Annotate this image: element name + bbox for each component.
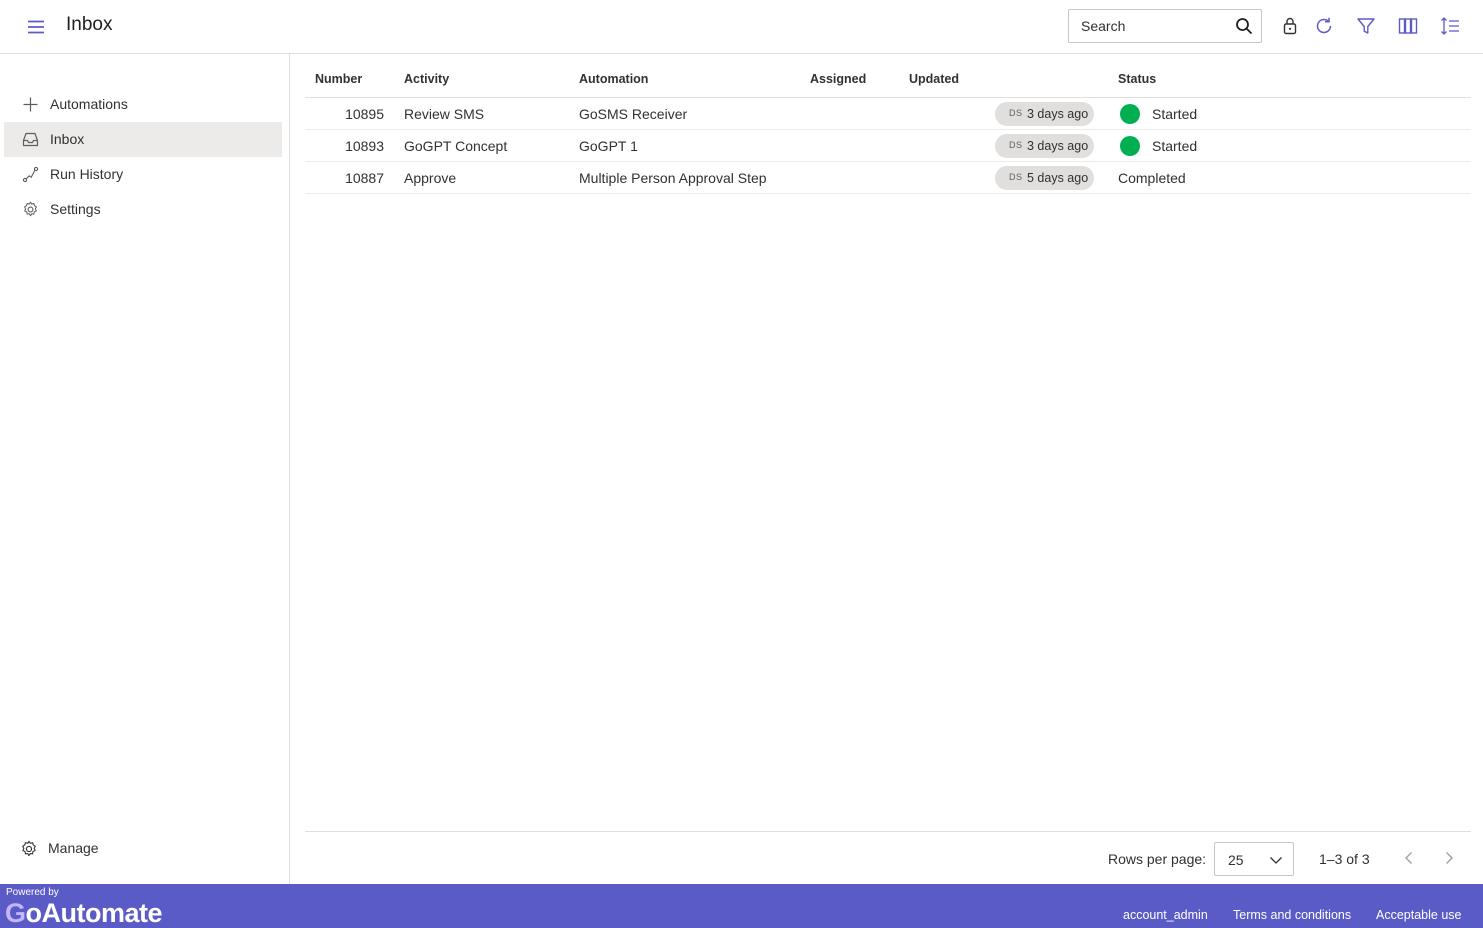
refresh-icon[interactable] (1313, 15, 1335, 37)
page-title: Inbox (66, 14, 113, 35)
sidebar-item-automations[interactable]: Automations (4, 87, 282, 122)
updated-chip: DS 5 days ago (995, 166, 1094, 190)
lock-icon[interactable] (1279, 15, 1301, 37)
sidebar-item-label: Run History (50, 166, 124, 182)
updated-chip: DS 3 days ago (995, 102, 1094, 126)
cell-status: Started (1152, 138, 1198, 154)
goautomate-logo: GoAutomate (5, 898, 163, 928)
footer: Powered by GoAutomate account_admin Term… (0, 884, 1483, 928)
rows-per-page-value: 25 (1228, 852, 1244, 868)
pagination-bar: Rows per page: 25 1–3 of 3 (305, 831, 1471, 884)
cell-activity: GoGPT Concept (404, 138, 508, 154)
column-header-number[interactable]: Number (315, 72, 362, 86)
plus-icon (23, 97, 38, 112)
cell-status: Started (1152, 106, 1198, 122)
column-header-assigned[interactable]: Assigned (810, 72, 866, 86)
updated-text: 3 days ago (1027, 139, 1089, 153)
user-initials: DS (1009, 172, 1023, 182)
rows-per-page-label: Rows per page: (1108, 851, 1207, 867)
sidebar: Automations Inbox Run History Settings M… (0, 54, 290, 884)
cell-activity: Review SMS (404, 106, 485, 122)
column-header-automation[interactable]: Automation (579, 72, 648, 86)
sidebar-item-inbox[interactable]: Inbox (4, 122, 282, 157)
next-page-icon[interactable] (1440, 849, 1458, 867)
rows-per-page-select[interactable]: 25 (1214, 842, 1294, 876)
search-box (1068, 9, 1262, 43)
inbox-icon (22, 132, 39, 147)
user-initials: DS (1009, 108, 1023, 118)
page-range: 1–3 of 3 (1319, 851, 1370, 867)
sidebar-item-settings[interactable]: Settings (4, 192, 282, 227)
user-initials: DS (1009, 140, 1023, 150)
cell-activity: Approve (404, 170, 457, 186)
cell-automation: GoSMS Receiver (579, 106, 688, 122)
footer-link-acceptable-use[interactable]: Acceptable use (1376, 908, 1461, 922)
search-input[interactable] (1070, 11, 1230, 41)
cell-automation: Multiple Person Approval Step (579, 170, 767, 186)
sidebar-item-label: Settings (50, 201, 101, 217)
run-history-icon (22, 166, 39, 183)
updated-text: 3 days ago (1027, 107, 1089, 121)
updated-text: 5 days ago (1027, 171, 1089, 185)
main-content: Number Activity Automation Assigned Upda… (305, 54, 1471, 884)
sidebar-item-label: Inbox (50, 131, 85, 147)
logo-wordmark: oAutomate (25, 898, 163, 928)
cell-number: 10895 (345, 106, 384, 122)
manage-button[interactable]: Manage (20, 838, 220, 860)
cell-automation: GoGPT 1 (579, 138, 638, 154)
gear-icon (24, 201, 37, 217)
column-header-activity[interactable]: Activity (404, 72, 449, 86)
column-header-updated[interactable]: Updated (909, 72, 959, 86)
table-row[interactable]: 10893 GoGPT Concept GoGPT 1 DS 3 days ag… (305, 130, 1471, 162)
manage-label: Manage (48, 840, 99, 856)
search-icon[interactable] (1235, 17, 1253, 35)
updated-chip: DS 3 days ago (995, 134, 1094, 158)
footer-link-account[interactable]: account_admin (1123, 908, 1208, 922)
table-row[interactable]: 10895 Review SMS GoSMS Receiver DS 3 day… (305, 98, 1471, 130)
cell-number: 10887 (345, 170, 384, 186)
status-dot (1120, 104, 1140, 124)
columns-icon[interactable] (1397, 15, 1419, 37)
top-bar: Inbox (0, 0, 1483, 54)
chevron-down-icon (1270, 857, 1282, 864)
hamburger-menu-icon[interactable] (24, 15, 48, 39)
cell-status: Completed (1118, 170, 1186, 186)
logo-initial: G (5, 898, 26, 928)
filter-icon[interactable] (1355, 15, 1377, 37)
column-header-status[interactable]: Status (1118, 72, 1156, 86)
gear-icon (22, 840, 36, 857)
sidebar-item-label: Automations (50, 96, 128, 112)
footer-link-terms[interactable]: Terms and conditions (1233, 908, 1351, 922)
status-dot (1120, 136, 1140, 156)
cell-number: 10893 (345, 138, 384, 154)
sort-icon[interactable] (1439, 15, 1461, 37)
powered-by-text: Powered by (6, 887, 59, 898)
table-row[interactable]: 10887 Approve Multiple Person Approval S… (305, 162, 1471, 194)
table-header: Number Activity Automation Assigned Upda… (305, 54, 1471, 98)
previous-page-icon[interactable] (1400, 849, 1418, 867)
sidebar-item-run-history[interactable]: Run History (4, 157, 282, 192)
